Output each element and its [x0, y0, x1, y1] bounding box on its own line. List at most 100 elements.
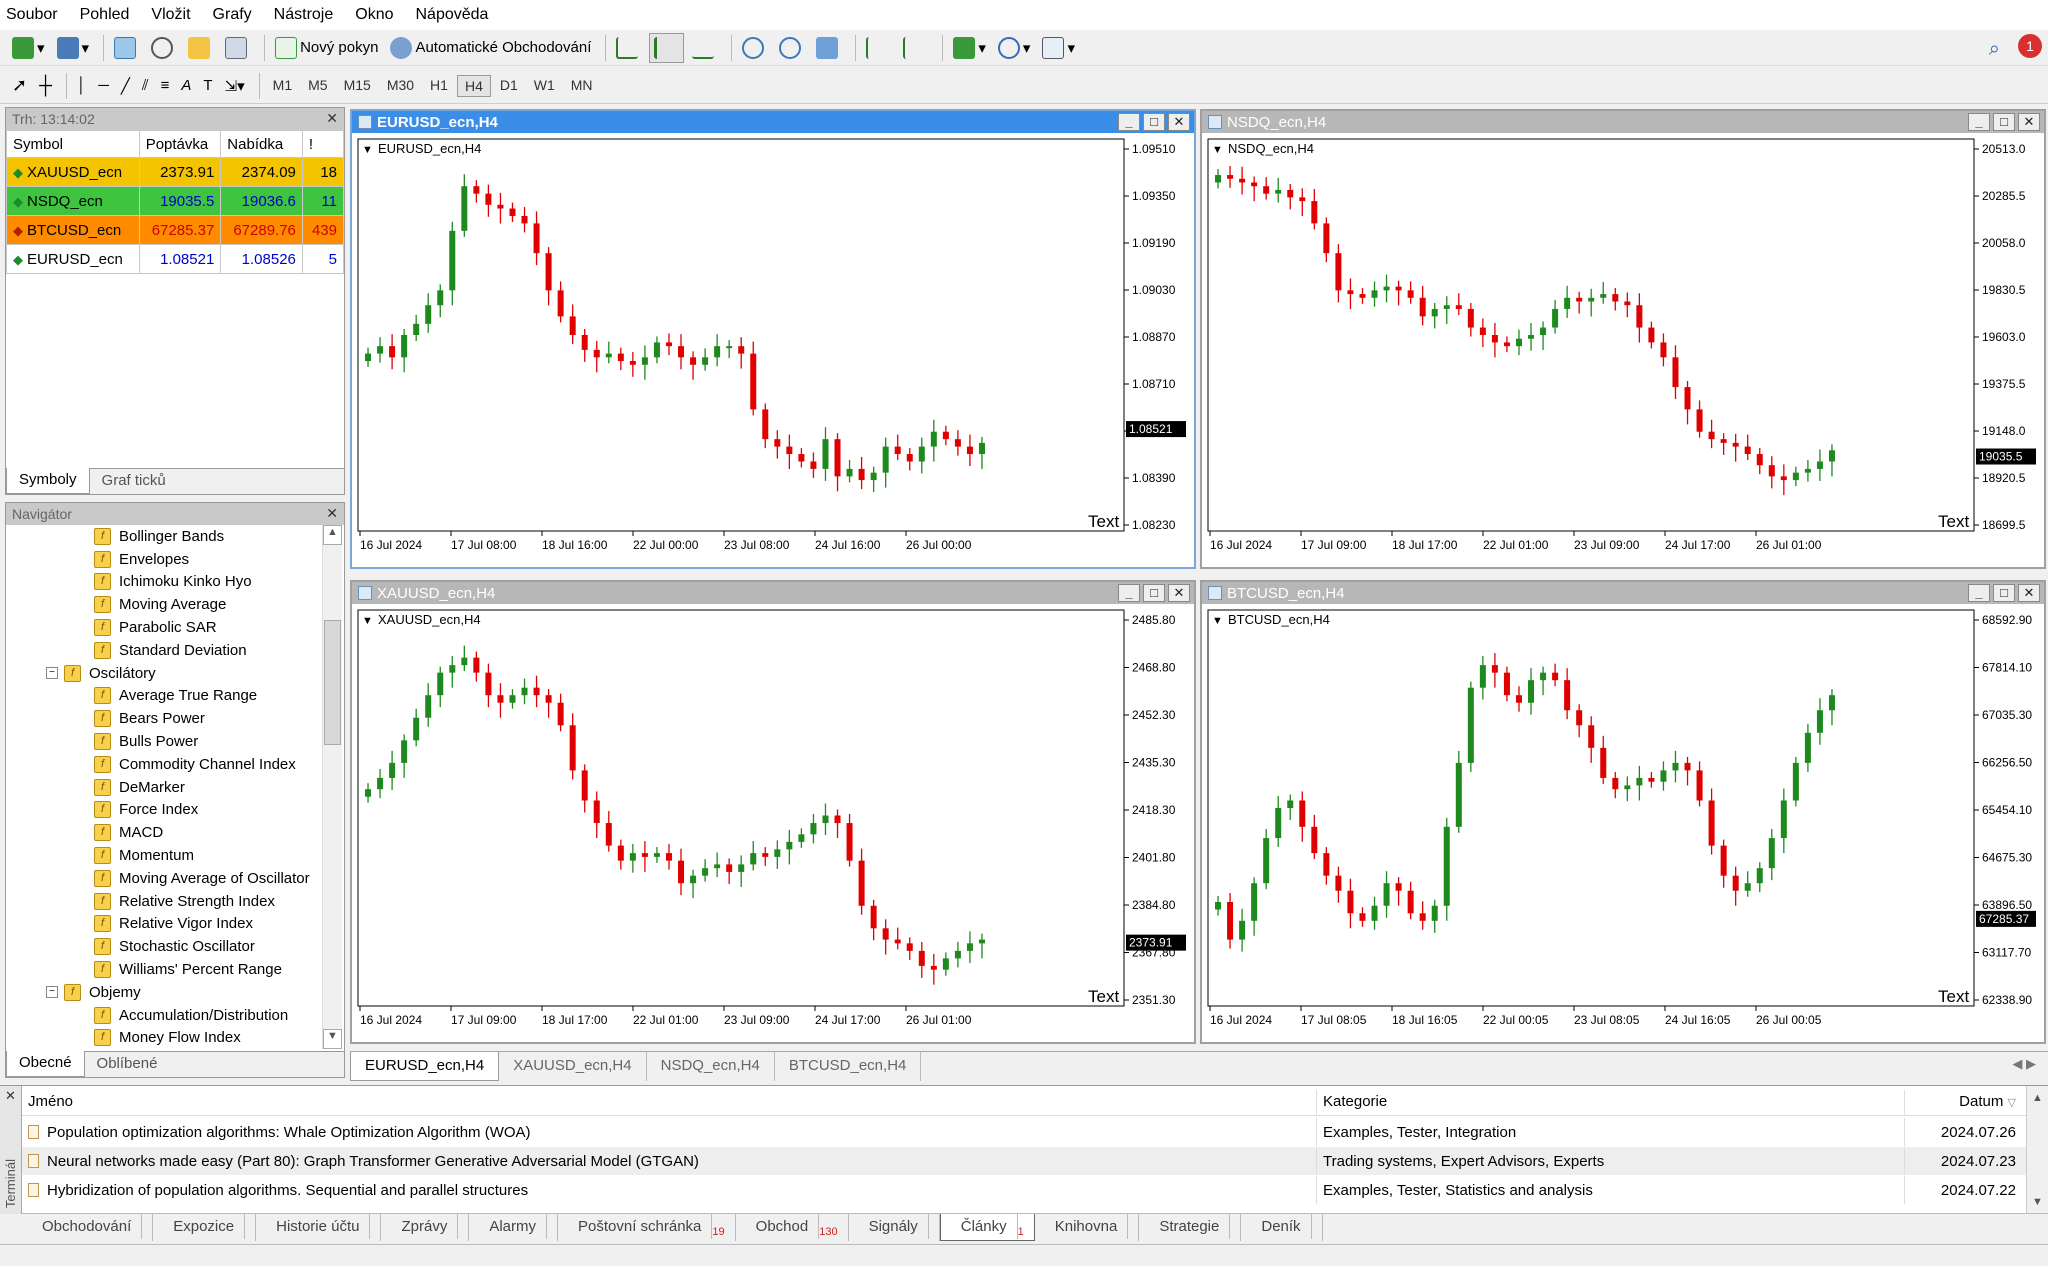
zoom-in-button[interactable] — [738, 33, 771, 63]
symbol-row[interactable]: ◆ NSDQ_ecn 19035.5 19036.6 11 — [6, 186, 345, 216]
mw-header[interactable]: Nabídka — [220, 130, 303, 158]
cursor-tool[interactable]: ➚ — [8, 71, 31, 101]
candlestick-chart[interactable]: BTCUSD_ecn,H4 ▼ 68592.90 67814.10 67035.30 66… — [1202, 604, 2044, 1042]
navigator-item[interactable]: − f Oscilátory — [6, 662, 322, 685]
timeframe-h1[interactable]: H1 — [423, 75, 455, 97]
dropdown-icon[interactable]: ▼ — [362, 144, 373, 156]
terminal-tab[interactable]: Expozice — [153, 1214, 257, 1241]
menu-nápověda[interactable]: Nápověda — [416, 6, 489, 24]
navigator-item[interactable]: f MACD — [6, 821, 322, 844]
maximize-icon[interactable]: □ — [1993, 584, 2015, 602]
mw-tab[interactable]: Symboly — [6, 468, 90, 494]
symbol-row[interactable]: ◆ XAUUSD_ecn 2373.91 2374.09 18 — [6, 157, 345, 187]
navigator-item[interactable]: f Commodity Channel Index — [6, 753, 322, 776]
chart-window-title[interactable]: XAUUSD_ecn,H4 _ □ ✕ — [352, 582, 1194, 604]
scroll-up-icon[interactable]: ▲ — [323, 525, 342, 545]
horizontal-line-tool[interactable]: ─ — [94, 71, 113, 101]
column-name[interactable]: Jméno — [22, 1090, 1316, 1115]
chart-tab[interactable]: NSDQ_ecn,H4 — [647, 1052, 775, 1081]
chart-shift-button[interactable] — [862, 33, 895, 63]
scrollbar-thumb[interactable] — [324, 620, 341, 745]
candlestick-button[interactable] — [649, 32, 685, 63]
close-icon[interactable]: ✕ — [0, 1088, 21, 1104]
terminal-tab[interactable]: Zprávy — [381, 1214, 470, 1241]
line-chart-button[interactable] — [688, 33, 721, 63]
minimize-icon[interactable]: _ — [1118, 584, 1140, 602]
chart-window-title[interactable]: BTCUSD_ecn,H4 _ □ ✕ — [1202, 582, 2044, 604]
timeframe-m1[interactable]: M1 — [266, 75, 299, 97]
article-row[interactable]: Hybridization of population algorithms. … — [22, 1176, 2026, 1204]
maximize-icon[interactable]: □ — [1143, 113, 1165, 131]
navigator-item[interactable]: f Envelopes — [6, 548, 322, 571]
navigator-item[interactable]: f Ichimoku Kinko Hyo — [6, 571, 322, 594]
collapse-icon[interactable]: − — [46, 986, 58, 999]
timeframe-m30[interactable]: M30 — [380, 75, 421, 97]
candlestick-chart[interactable]: NSDQ_ecn,H4 ▼ 20513.0 20285.5 20058.0 19830.5… — [1202, 133, 2044, 567]
autoscroll-button[interactable] — [899, 33, 932, 63]
fibonacci-tool[interactable]: ≡ — [157, 71, 174, 101]
minimize-icon[interactable]: _ — [1968, 113, 1990, 131]
auto-trading-button[interactable]: Automatické Obchodování — [386, 33, 595, 63]
new-order-button[interactable]: Nový pokyn — [271, 33, 382, 63]
bar-chart-button[interactable] — [612, 33, 645, 63]
navigator-item[interactable]: f Force Index — [6, 799, 322, 822]
close-icon[interactable]: ✕ — [326, 505, 338, 522]
terminal-tab[interactable]: Knihovna — [1035, 1214, 1140, 1241]
navigator-item[interactable]: f DeMarker — [6, 776, 322, 799]
navigator-item[interactable]: f Accumulation/Distribution — [6, 1004, 322, 1027]
terminal-tab[interactable]: Obchodování — [22, 1214, 154, 1241]
navigator-item[interactable]: f Williams' Percent Range — [6, 958, 322, 981]
menu-pohled[interactable]: Pohled — [80, 6, 130, 24]
periods-button[interactable]: ▾ — [994, 33, 1035, 63]
vertical-line-tool[interactable]: │ — [73, 71, 90, 101]
chart-window[interactable]: XAUUSD_ecn,H4 _ □ ✕ XAUUSD_ecn,H4 ▼ 2485.80 246… — [350, 580, 1196, 1044]
terminal-tab[interactable]: Signály — [849, 1214, 940, 1241]
maximize-icon[interactable]: □ — [1993, 113, 2015, 131]
terminal-tab[interactable]: Alarmy — [469, 1214, 558, 1241]
menu-nástroje[interactable]: Nástroje — [274, 6, 334, 24]
timeframe-m5[interactable]: M5 — [301, 75, 334, 97]
close-icon[interactable]: ✕ — [1168, 584, 1190, 602]
terminal-scrollbar[interactable]: ▲ ▼ — [2026, 1086, 2048, 1214]
navigator-item[interactable]: f Money Flow Index — [6, 1027, 322, 1049]
new-chart-button[interactable]: ▾ — [8, 33, 49, 63]
article-row[interactable]: Population optimization algorithms: Whal… — [22, 1118, 2026, 1146]
tile-windows-button[interactable] — [812, 33, 845, 63]
terminal-tab[interactable]: Obchod 130 — [736, 1214, 849, 1241]
candlestick-chart[interactable]: EURUSD_ecn,H4 ▼ 1.09510 1.09350 1.09190 1.090… — [352, 133, 1194, 567]
search-button[interactable]: ⌕ — [1985, 34, 2004, 64]
terminal-tab[interactable]: Historie účtu — [256, 1214, 382, 1241]
collapse-icon[interactable]: − — [46, 667, 58, 680]
chart-tabs-nav-icon[interactable]: ◀ ▶ — [2012, 1056, 2036, 1072]
equidistant-channel-tool[interactable]: ⫽ — [138, 71, 153, 101]
menu-soubor[interactable]: Soubor — [6, 6, 58, 24]
notifications-badge[interactable]: 1 — [2018, 34, 2042, 58]
scroll-up-icon[interactable]: ▲ — [2027, 1092, 2048, 1104]
terminal-tab[interactable]: Poštovní schránka 19 — [558, 1214, 736, 1241]
article-row[interactable]: Neural networks made easy (Part 80): Gra… — [22, 1147, 2026, 1175]
navigator-item[interactable]: f Moving Average — [6, 593, 322, 616]
close-icon[interactable]: ✕ — [2018, 113, 2040, 131]
scroll-down-icon[interactable]: ▼ — [2027, 1196, 2048, 1208]
navigator-tab[interactable]: Obecné — [6, 1051, 85, 1077]
timeframe-w1[interactable]: W1 — [527, 75, 562, 97]
close-icon[interactable]: ✕ — [1168, 113, 1190, 131]
timeframe-m15[interactable]: M15 — [337, 75, 378, 97]
navigator-tab[interactable]: Oblíbené — [85, 1052, 170, 1077]
profiles-button[interactable]: ▾ — [53, 33, 94, 63]
terminal-tab[interactable]: Deník — [1241, 1214, 1323, 1241]
minimize-icon[interactable]: _ — [1968, 584, 1990, 602]
navigator-item[interactable]: f Standard Deviation — [6, 639, 322, 662]
crosshair-tool[interactable]: ┼ — [35, 71, 56, 101]
timeframe-mn[interactable]: MN — [564, 75, 600, 97]
maximize-icon[interactable]: □ — [1143, 584, 1165, 602]
scroll-down-icon[interactable]: ▼ — [323, 1029, 342, 1049]
navigator-item[interactable]: f Relative Strength Index — [6, 890, 322, 913]
navigator-item[interactable]: f Parabolic SAR — [6, 616, 322, 639]
dropdown-icon[interactable]: ▼ — [1212, 615, 1223, 627]
menu-vložit[interactable]: Vložit — [151, 6, 190, 24]
navigator-item[interactable]: f Momentum — [6, 844, 322, 867]
text-label-tool[interactable]: T — [199, 71, 216, 101]
close-icon[interactable]: ✕ — [326, 110, 338, 127]
symbol-row[interactable]: ◆ BTCUSD_ecn 67285.37 67289.76 439 — [6, 215, 345, 245]
